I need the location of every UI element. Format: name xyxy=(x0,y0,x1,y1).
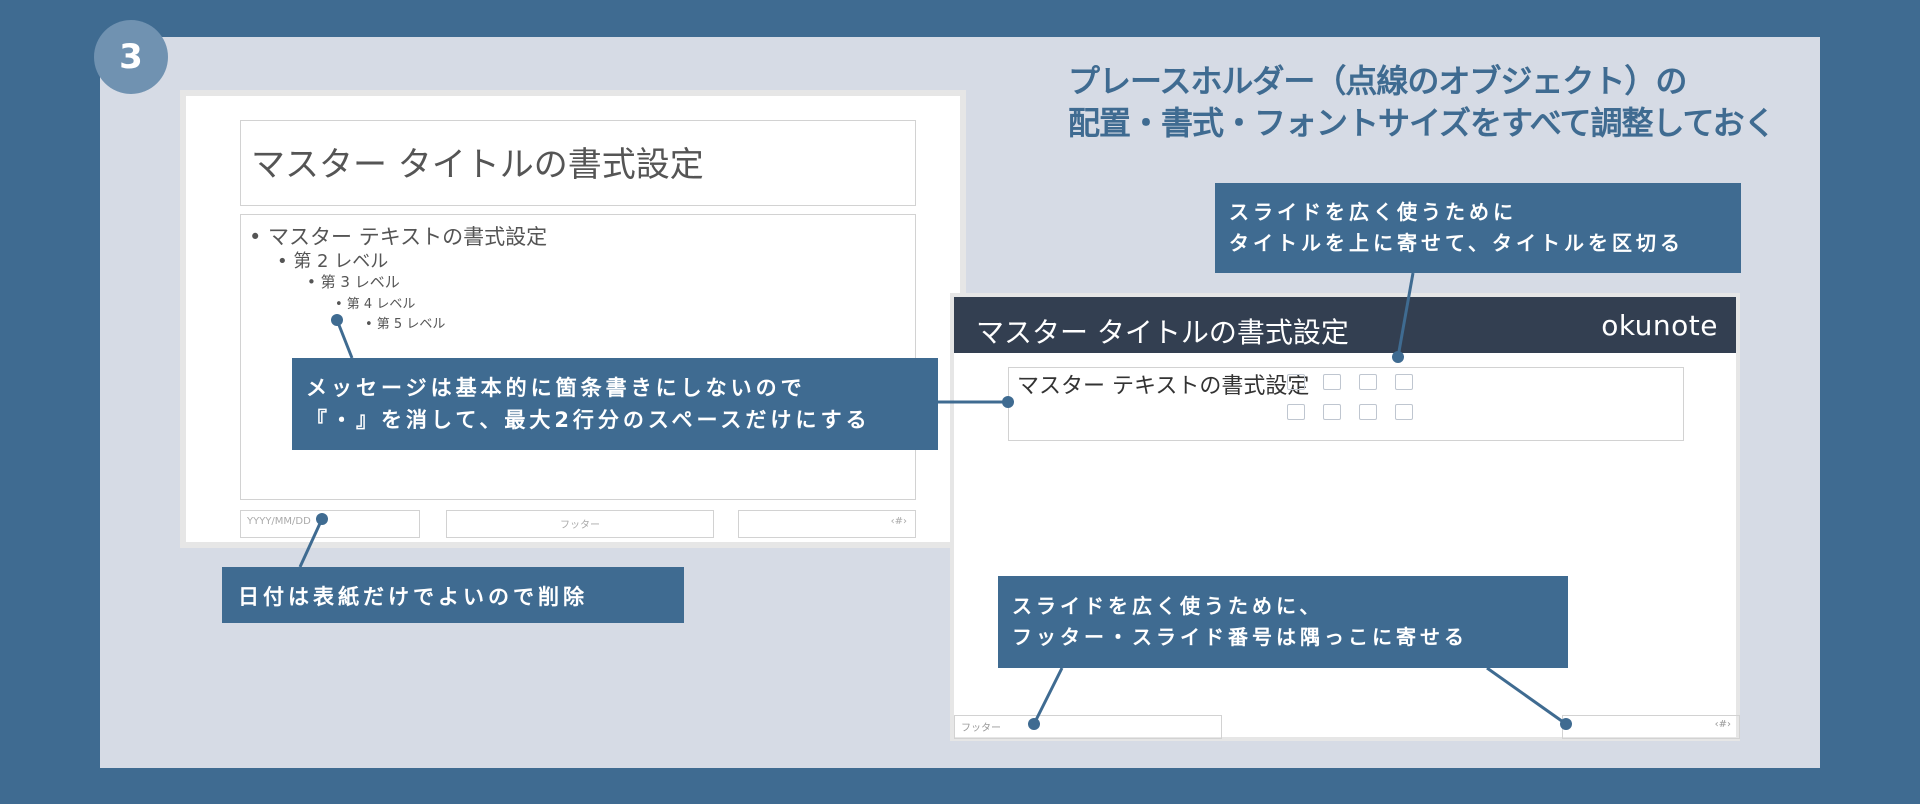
footer-callout: スライドを広く使うために、 フッター・スライド番号は隅っこに寄せる xyxy=(998,576,1568,668)
date-callout: 日付は表紙だけでよいので削除 xyxy=(222,567,684,623)
3d-model-icon[interactable] xyxy=(1395,374,1413,390)
title-callout-line-2: タイトルを上に寄せて、タイトルを区切る xyxy=(1229,231,1684,255)
online-picture-icon[interactable] xyxy=(1323,404,1341,420)
step-badge: 3 xyxy=(94,20,168,94)
headline: プレースホルダー（点線のオブジェクト）の 配置・書式・フォントサイズをすべて調整… xyxy=(1068,60,1776,144)
body-placeholder-custom[interactable]: マスター テキストの書式設定 xyxy=(1008,367,1684,441)
title-bar[interactable]: マスター タイトルの書式設定 okunote xyxy=(954,297,1736,353)
message-callout: メッセージは基本的に箇条書きにしないので 『・』を消して、最大2行分のスペースだ… xyxy=(292,358,938,450)
title-placeholder[interactable]: マスター タイトルの書式設定 xyxy=(240,120,916,206)
bullet-level-3: • 第 3 レベル xyxy=(307,273,400,291)
headline-line-1: プレースホルダー（点線のオブジェクト）の xyxy=(1068,62,1687,100)
table-icon[interactable] xyxy=(1287,374,1305,390)
headline-line-2: 配置・書式・フォントサイズをすべて調整しておく xyxy=(1068,104,1776,142)
picture-icon[interactable] xyxy=(1287,404,1305,420)
date-placeholder[interactable]: YYYY/MM/DD xyxy=(240,510,420,538)
footer-placeholder-custom[interactable]: フッター xyxy=(954,715,1222,739)
insert-content-icons xyxy=(1287,374,1417,420)
chart-icon[interactable] xyxy=(1323,374,1341,390)
footer-callout-line-1: スライドを広く使うために、 xyxy=(1012,594,1324,618)
default-slide-master[interactable]: マスター タイトルの書式設定 • マスター テキストの書式設定 • 第 2 レベ… xyxy=(180,90,966,548)
slide-number-placeholder[interactable]: ‹#› xyxy=(738,510,916,538)
body-placeholder[interactable]: • マスター テキストの書式設定 • 第 2 レベル • 第 3 レベル • 第… xyxy=(240,214,916,500)
title-callout-line-1: スライドを広く使うために xyxy=(1229,200,1517,224)
custom-slide-master[interactable]: マスター タイトルの書式設定 okunote マスター テキストの書式設定 フッ… xyxy=(950,293,1740,741)
video-icon[interactable] xyxy=(1359,404,1377,420)
bullet-level-4: • 第 4 レベル xyxy=(335,297,416,312)
footer-callout-line-2: フッター・スライド番号は隅っこに寄せる xyxy=(1012,625,1468,649)
body-text: マスター テキストの書式設定 xyxy=(1017,374,1310,399)
slide-number-placeholder-custom[interactable]: ‹#› xyxy=(1562,715,1740,739)
icons-icon[interactable] xyxy=(1395,404,1413,420)
brand-logo: okunote xyxy=(1601,309,1718,342)
bullet-level-2: • 第 2 レベル xyxy=(277,251,389,272)
bullet-level-5: • 第 5 レベル xyxy=(365,317,446,332)
title-callout: スライドを広く使うために タイトルを上に寄せて、タイトルを区切る xyxy=(1215,183,1741,273)
footer-placeholder[interactable]: フッター xyxy=(446,510,714,538)
message-callout-line-1: メッセージは基本的に箇条書きにしないので xyxy=(306,376,806,400)
title-placeholder-custom[interactable]: マスター タイトルの書式設定 xyxy=(976,311,1349,351)
smartart-icon[interactable] xyxy=(1359,374,1377,390)
message-callout-line-2: 『・』を消して、最大2行分のスペースだけにする xyxy=(306,408,871,432)
